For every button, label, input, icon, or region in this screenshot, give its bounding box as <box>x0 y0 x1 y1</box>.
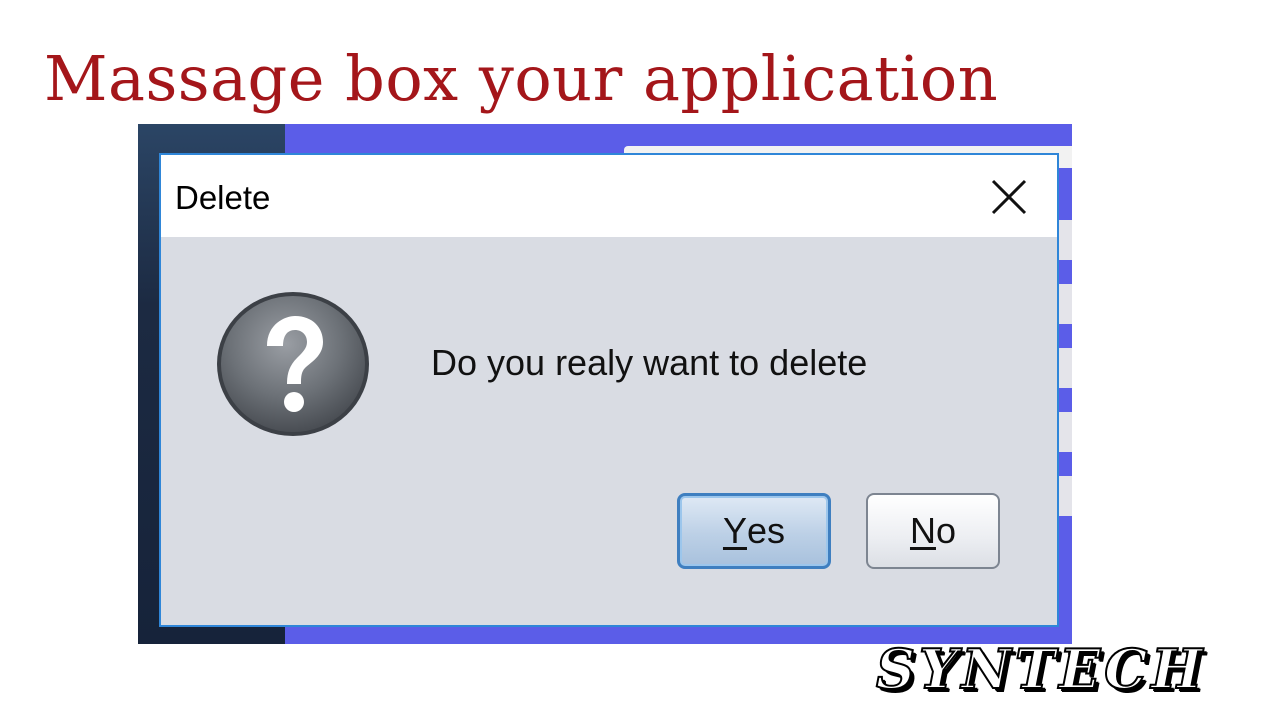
dialog-title: Delete <box>175 179 271 216</box>
no-mnemonic: N <box>909 510 936 551</box>
page-headline: Massage box your application <box>44 42 999 115</box>
yes-button[interactable]: Yes <box>677 493 831 569</box>
brand-watermark: SYNTECH <box>875 637 1207 701</box>
dialog-message: Do you realy want to delete <box>431 342 868 383</box>
no-label-rest: o <box>935 510 957 551</box>
yes-label-rest: es <box>746 510 786 551</box>
no-button[interactable]: No <box>866 493 1000 569</box>
delete-confirmation-dialog: Delete Do you realy want to delete Y es … <box>159 153 1059 627</box>
yes-mnemonic: Y <box>722 510 747 551</box>
dialog-titlebar: Delete <box>161 155 1057 237</box>
close-icon[interactable] <box>989 177 1029 217</box>
question-icon <box>213 288 373 440</box>
